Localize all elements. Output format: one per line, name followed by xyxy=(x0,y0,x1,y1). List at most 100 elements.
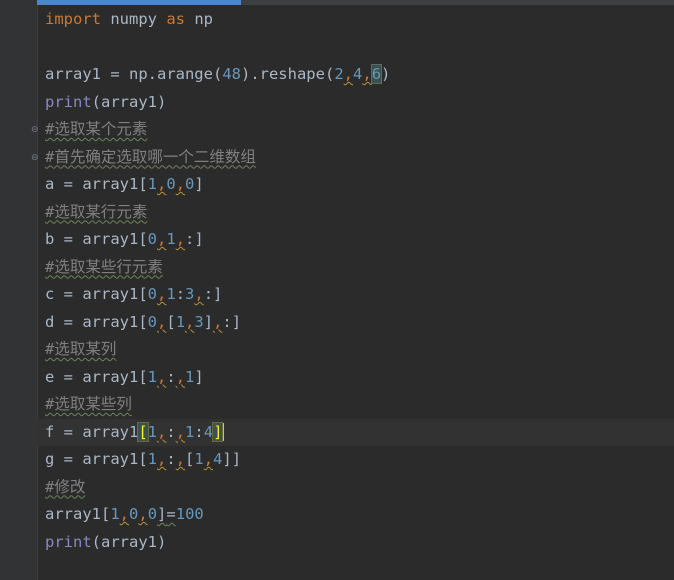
code-line[interactable]: #选取某行元素 xyxy=(45,199,674,227)
code-token: ] xyxy=(194,367,204,386)
code-token: 1 xyxy=(147,367,157,386)
code-token: 48 xyxy=(222,65,241,83)
code-token: ] xyxy=(157,505,167,523)
code-token: 0 xyxy=(147,505,158,523)
code-token: 100 xyxy=(175,505,204,523)
code-token: 1 xyxy=(110,505,120,523)
code-token: a = array1[ xyxy=(45,175,148,193)
code-token: , xyxy=(157,230,167,248)
code-token: [ xyxy=(185,450,195,468)
code-token: ] xyxy=(203,312,214,331)
code-line[interactable]: f = array1[1,:,1:4] xyxy=(37,418,674,446)
code-token: 1 xyxy=(194,450,204,468)
code-token: #修改 xyxy=(45,477,86,496)
code-token: ] xyxy=(212,421,224,442)
code-token: : xyxy=(166,422,176,441)
code-token: #首先确定选取哪一个二维数组 xyxy=(45,147,256,166)
code-token: 1 xyxy=(147,450,157,468)
code-token: b = array1[ xyxy=(45,230,148,248)
code-line[interactable]: import numpy as np xyxy=(45,6,674,34)
code-line[interactable]: array1[1,0,0]=100 xyxy=(45,501,674,529)
code-token: , xyxy=(157,367,167,386)
code-line[interactable]: d = array1[0,[1,3],:] xyxy=(45,309,674,337)
code-token: , xyxy=(175,230,186,248)
code-token: (array1) xyxy=(91,532,167,551)
line-gutter[interactable] xyxy=(0,0,38,580)
code-token: 0 xyxy=(129,505,139,523)
code-token: , xyxy=(175,422,186,441)
code-line[interactable]: c = array1[0,1:3,:] xyxy=(45,281,674,309)
code-token: 3 xyxy=(194,312,204,331)
code-line[interactable]: b = array1[0,1,:] xyxy=(45,226,674,254)
code-line[interactable]: g = array1[1,:,[1,4]] xyxy=(45,446,674,474)
code-token: 0 xyxy=(185,175,195,193)
code-line[interactable]: #选取某些行元素 xyxy=(45,254,674,282)
code-token: , xyxy=(157,422,167,441)
code-token: 1 xyxy=(147,175,157,193)
code-token: np xyxy=(185,10,213,28)
code-token: print xyxy=(45,92,92,111)
code-line[interactable]: #选取某列 xyxy=(45,336,674,364)
code-token: ] xyxy=(194,175,204,193)
code-token: 2 xyxy=(334,65,344,83)
code-token: ]] xyxy=(222,450,242,468)
code-token: array1[ xyxy=(45,505,111,523)
code-line[interactable]: #选取某些列 xyxy=(45,391,674,419)
code-token: , xyxy=(213,312,223,331)
code-line[interactable]: array1 = np.arange(48).reshape(2,4,6) xyxy=(45,61,674,89)
text-caret xyxy=(222,423,225,441)
code-token: #选取某行元素 xyxy=(45,202,148,221)
fold-open-icon[interactable]: ⊖ xyxy=(31,125,41,135)
fold-close-icon[interactable]: ⊖ xyxy=(31,153,41,163)
code-token: ).reshape( xyxy=(240,65,335,83)
code-token: d = array1[ xyxy=(45,312,148,331)
code-token: 1 xyxy=(185,367,195,386)
code-token: : xyxy=(175,285,186,303)
code-token: , xyxy=(119,505,130,523)
code-token: [ xyxy=(137,421,149,442)
code-token: = xyxy=(166,505,176,523)
code-token: 0 xyxy=(166,175,176,193)
code-token: 6 xyxy=(370,64,383,84)
code-token: , xyxy=(194,285,204,303)
code-token: , xyxy=(157,285,167,303)
code-token: import xyxy=(45,10,101,28)
code-line[interactable]: #选取某个元素 xyxy=(45,116,674,144)
code-editor[interactable]: ⊖ ⊖ import numpy as np array1 = np.arange… xyxy=(0,0,674,580)
code-token: , xyxy=(175,450,186,468)
code-token: as xyxy=(166,10,185,28)
code-token: 3 xyxy=(185,285,195,303)
code-line[interactable]: e = array1[1,:,1] xyxy=(45,364,674,392)
code-token: 1 xyxy=(147,422,158,441)
indexing-progress-fill xyxy=(37,0,241,5)
code-token: , xyxy=(362,65,372,83)
code-token: , xyxy=(157,450,167,468)
code-token: g = array1[ xyxy=(45,450,148,468)
code-token: 0 xyxy=(147,285,157,303)
code-token: array1 = np.arange( xyxy=(45,65,223,83)
code-line[interactable]: a = array1[1,0,0] xyxy=(45,171,674,199)
code-token: (array1) xyxy=(91,92,167,111)
code-token: :] xyxy=(222,312,242,331)
code-token: : xyxy=(194,422,204,441)
code-line[interactable]: print(array1) xyxy=(45,89,674,117)
code-token: #选取某个元素 xyxy=(45,120,148,138)
code-token: , xyxy=(185,312,195,331)
code-line[interactable] xyxy=(45,34,674,62)
code-line[interactable]: print(array1) xyxy=(45,529,674,557)
code-token: , xyxy=(175,175,186,193)
code-token: c = array1[ xyxy=(45,285,148,303)
code-token: :] xyxy=(185,230,204,248)
code-token: :] xyxy=(203,285,223,303)
indexing-progress-bar xyxy=(37,0,674,5)
code-token: 1 xyxy=(185,422,195,441)
code-token: 1 xyxy=(175,312,186,331)
code-token: f = array1 xyxy=(45,422,139,441)
code-token: 4 xyxy=(203,422,214,441)
code-token: , xyxy=(343,65,353,83)
code-token: , xyxy=(138,505,148,523)
code-line[interactable]: #修改 xyxy=(45,474,674,502)
code-area[interactable]: import numpy as np array1 = np.arange(48… xyxy=(37,6,674,557)
code-token: #选取某列 xyxy=(45,340,117,358)
code-line[interactable]: #首先确定选取哪一个二维数组 xyxy=(45,144,674,172)
